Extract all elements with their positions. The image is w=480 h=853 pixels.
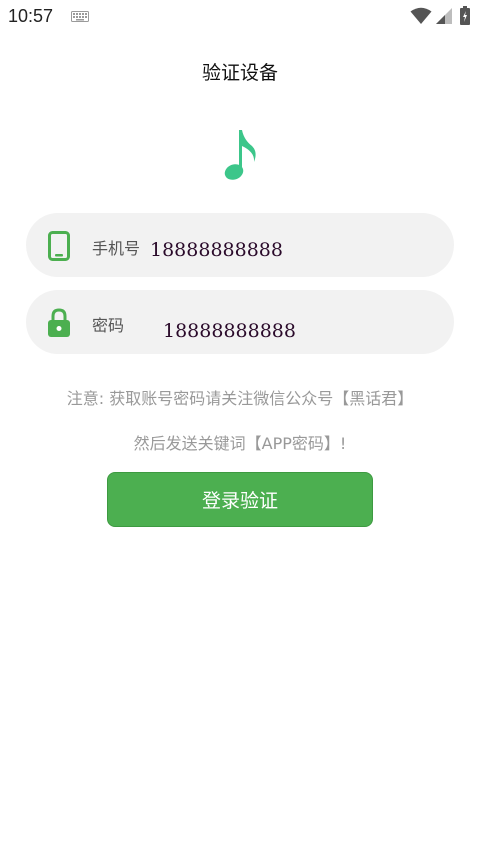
lock-icon <box>48 308 70 337</box>
status-bar: 10:57 <box>0 0 480 34</box>
phone-icon <box>48 231 70 261</box>
password-input[interactable]: 18888888888 <box>163 320 363 342</box>
signal-icon <box>436 8 452 24</box>
phone-input[interactable]: 18888888888 <box>150 239 350 261</box>
password-label: 密码 <box>92 316 125 335</box>
keyboard-icon <box>71 11 89 22</box>
page-title: 验证设备 <box>201 62 278 84</box>
battery-icon <box>460 6 470 25</box>
music-note-icon <box>224 130 256 180</box>
status-time: 10:57 <box>8 6 54 26</box>
login-verify-button[interactable]: 登录验证 <box>107 472 373 527</box>
notice-line-1: 注意: 获取账号密码请关注微信公众号【黑话君】 <box>66 389 414 408</box>
password-field[interactable]: 密码 18888888888 <box>26 290 454 354</box>
wifi-icon <box>410 7 432 24</box>
phone-label: 手机号 <box>92 239 141 258</box>
notice-line-2: 然后发送关键词【APP密码】! <box>133 434 347 453</box>
phone-field[interactable]: 手机号 18888888888 <box>26 213 454 277</box>
